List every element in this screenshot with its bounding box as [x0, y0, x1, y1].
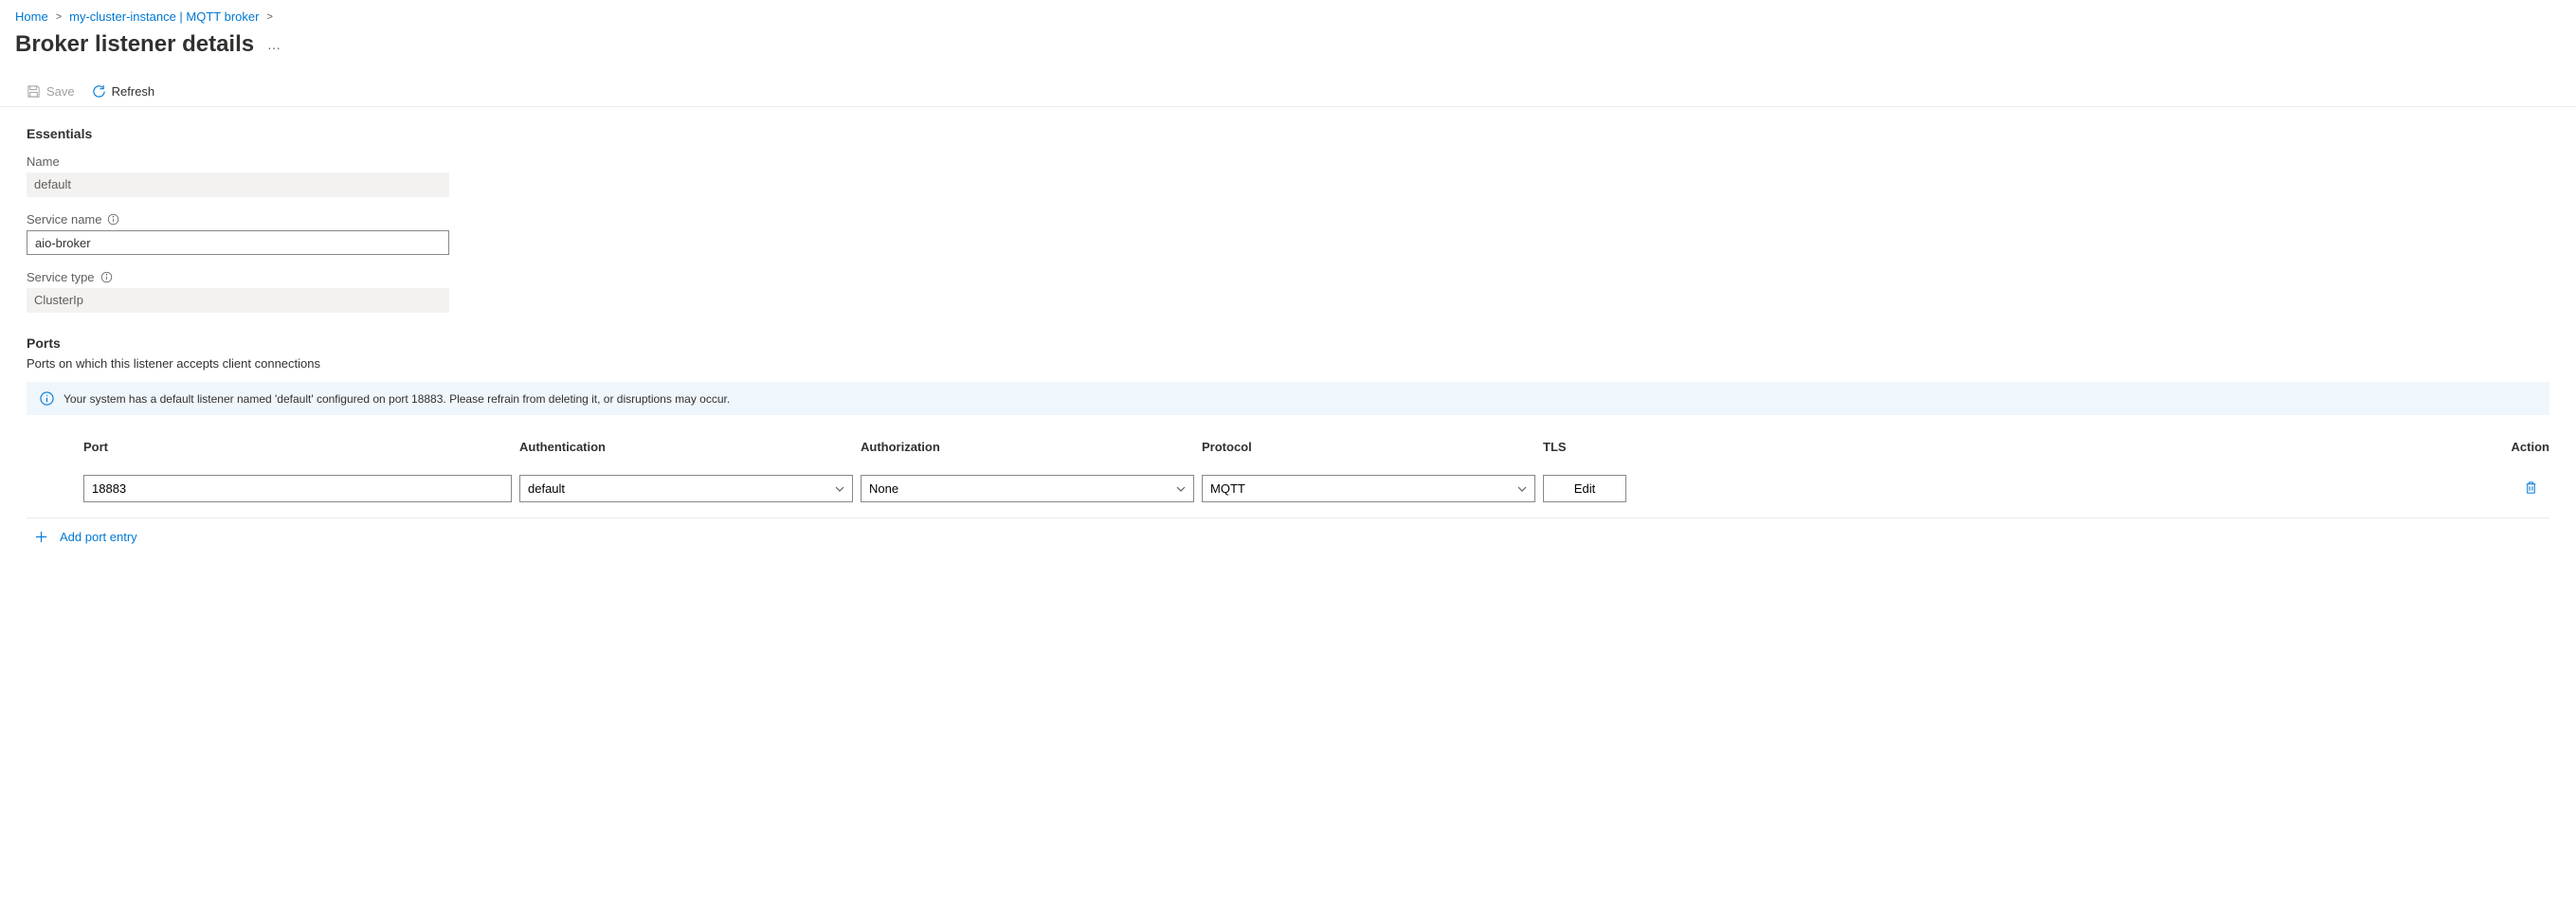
essentials-header: Essentials: [27, 126, 2549, 141]
col-protocol: Protocol: [1202, 432, 1543, 473]
col-auth: Authentication: [519, 432, 861, 473]
ports-header: Ports: [27, 336, 2549, 351]
name-label: Name: [27, 154, 449, 169]
trash-icon: [2524, 481, 2538, 495]
name-value: default: [27, 172, 449, 197]
service-type-value: ClusterIp: [27, 288, 449, 313]
plus-icon: [34, 530, 48, 544]
delete-row-button[interactable]: [2520, 477, 2542, 501]
content: Essentials Name default Service name Ser…: [0, 107, 2576, 567]
breadcrumb-cluster[interactable]: my-cluster-instance | MQTT broker: [69, 9, 259, 24]
add-port-button[interactable]: Add port entry: [27, 526, 2549, 548]
info-icon[interactable]: [107, 213, 119, 226]
breadcrumb: Home > my-cluster-instance | MQTT broker…: [0, 0, 2576, 27]
refresh-label: Refresh: [112, 84, 155, 99]
add-port-label: Add port entry: [60, 530, 137, 544]
page-title-row: Broker listener details ···: [0, 27, 2576, 77]
service-type-field: Service type ClusterIp: [27, 270, 449, 313]
save-icon: [27, 84, 41, 99]
col-tls: TLS: [1543, 432, 1638, 473]
save-label: Save: [46, 84, 75, 99]
col-action: Action: [2474, 432, 2549, 473]
info-bar: Your system has a default listener named…: [27, 382, 2549, 415]
ports-description: Ports on which this listener accepts cli…: [27, 356, 2549, 371]
service-name-field: Service name: [27, 212, 449, 255]
chevron-right-icon: >: [266, 11, 272, 23]
refresh-icon: [92, 84, 106, 99]
tls-edit-button[interactable]: Edit: [1543, 475, 1626, 502]
refresh-button[interactable]: Refresh: [92, 84, 155, 99]
page-title: Broker listener details: [15, 31, 254, 58]
info-text: Your system has a default listener named…: [63, 392, 730, 406]
info-icon[interactable]: [100, 271, 113, 283]
service-name-input[interactable]: [27, 230, 449, 255]
more-actions-icon[interactable]: ···: [267, 34, 281, 55]
authz-select[interactable]: [861, 475, 1194, 502]
ports-table: Port Authentication Authorization Protoc…: [27, 432, 2549, 548]
col-authz: Authorization: [861, 432, 1202, 473]
name-field: Name default: [27, 154, 449, 197]
auth-select[interactable]: [519, 475, 853, 502]
service-name-label: Service name: [27, 212, 101, 227]
info-icon: [40, 391, 54, 406]
protocol-select[interactable]: [1202, 475, 1535, 502]
col-port: Port: [83, 432, 519, 473]
breadcrumb-home[interactable]: Home: [15, 9, 48, 24]
save-button[interactable]: Save: [27, 84, 75, 99]
chevron-right-icon: >: [56, 11, 62, 23]
toolbar: Save Refresh: [0, 77, 2576, 107]
service-type-label: Service type: [27, 270, 95, 284]
port-input[interactable]: [83, 475, 512, 502]
